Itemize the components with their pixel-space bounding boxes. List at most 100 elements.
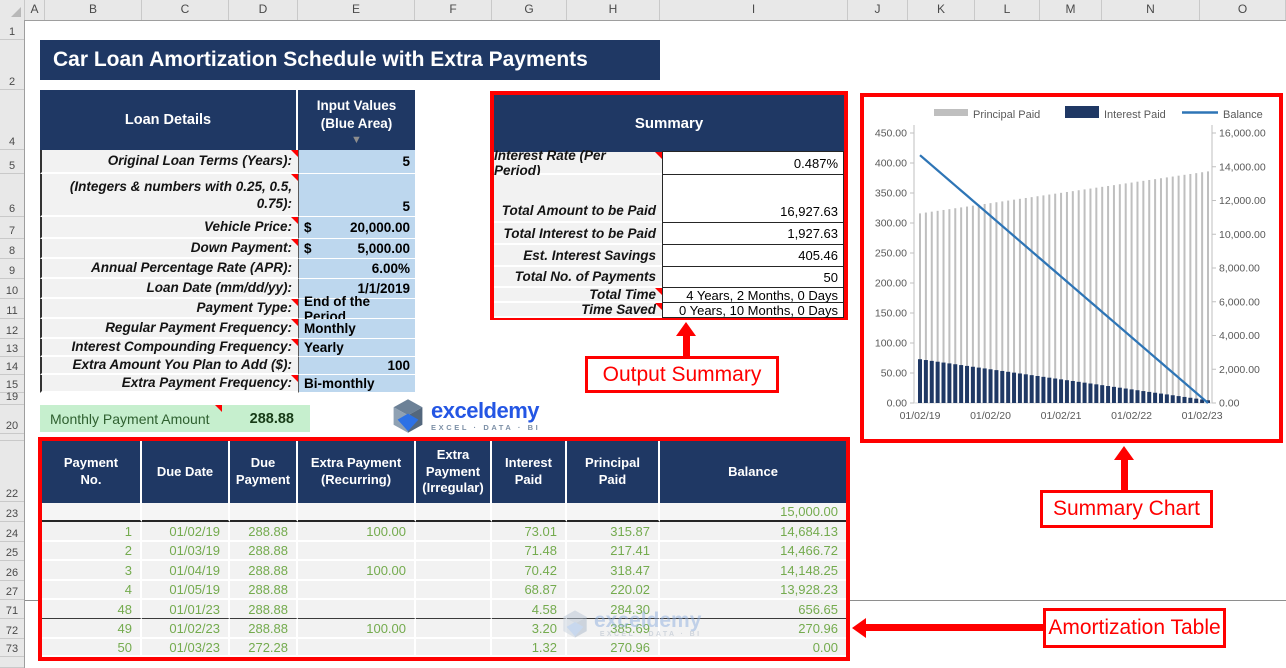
- column-header-C[interactable]: C: [142, 0, 229, 20]
- table-cell[interactable]: 272.28: [230, 639, 298, 657]
- row-header-7[interactable]: 7: [0, 217, 24, 239]
- loan-details-header[interactable]: Loan Details: [40, 90, 296, 150]
- amortization-column-header[interactable]: Due Date: [142, 441, 230, 503]
- column-header-J[interactable]: J: [848, 0, 908, 20]
- table-cell[interactable]: 2: [42, 542, 142, 561]
- amortization-arrowhead[interactable]: [852, 618, 866, 638]
- column-header-D[interactable]: D: [229, 0, 298, 20]
- table-cell[interactable]: 288.88: [230, 561, 298, 581]
- table-cell[interactable]: [230, 503, 298, 522]
- table-cell[interactable]: 3: [42, 561, 142, 581]
- table-cell[interactable]: 3.20: [492, 619, 567, 639]
- summary-chart-panel[interactable]: 0.00 50.00 100.00 150.00 200.00 250.00 300.00 3…: [860, 93, 1283, 443]
- row-header-19[interactable]: 19: [0, 391, 24, 405]
- column-header-E[interactable]: E: [298, 0, 415, 20]
- table-cell[interactable]: [142, 503, 230, 522]
- loan-row-label[interactable]: Payment Type:: [40, 299, 298, 319]
- column-header-K[interactable]: K: [908, 0, 975, 20]
- row-header-blank[interactable]: [0, 657, 24, 668]
- amortization-column-header[interactable]: Payment No.: [42, 441, 142, 503]
- column-header-G[interactable]: G: [492, 0, 567, 20]
- summary-row-label[interactable]: Time Saved: [494, 302, 662, 318]
- loan-row-value[interactable]: End of the Period: [298, 294, 415, 324]
- row-header-27[interactable]: 27: [0, 581, 24, 600]
- amortization-table-panel[interactable]: Payment No. Due Date Due Payment Extra Paym…: [38, 437, 850, 661]
- loan-row-value[interactable]: Yearly: [298, 339, 415, 357]
- table-cell[interactable]: 14,148.25: [660, 561, 846, 581]
- table-cell[interactable]: 49: [42, 619, 142, 639]
- loan-row-value[interactable]: 100: [298, 357, 415, 375]
- table-cell[interactable]: 71.48: [492, 542, 567, 561]
- summary-row-label[interactable]: Est. Interest Savings: [494, 245, 662, 267]
- loan-row-label[interactable]: (Integers & numbers with 0.25, 0.5, 0.75…: [40, 174, 298, 217]
- summary-row-label[interactable]: Interest Rate (Per Period): [494, 148, 662, 178]
- table-cell[interactable]: [42, 503, 142, 522]
- summary-row-value[interactable]: 16,927.63: [662, 174, 844, 223]
- table-cell[interactable]: 73.01: [492, 522, 567, 542]
- loan-row-value[interactable]: Bi-monthly: [298, 375, 415, 393]
- comment-indicator[interactable]: [291, 239, 298, 246]
- table-cell[interactable]: 0.00: [660, 639, 846, 657]
- row-header-12[interactable]: 12: [0, 319, 24, 339]
- comment-indicator[interactable]: [291, 339, 298, 346]
- amortization-column-header[interactable]: Balance: [660, 441, 846, 503]
- column-header-I[interactable]: I: [660, 0, 848, 20]
- table-cell[interactable]: 01/04/19: [142, 561, 230, 581]
- table-cell[interactable]: 656.65: [660, 600, 846, 619]
- amortization-column-header[interactable]: Extra Payment (Recurring): [298, 441, 416, 503]
- comment-indicator[interactable]: [291, 217, 298, 224]
- table-cell[interactable]: [416, 619, 492, 639]
- loan-row-label[interactable]: Loan Date (mm/dd/yy):: [40, 279, 298, 299]
- column-header-B[interactable]: B: [45, 0, 142, 20]
- sheet-title[interactable]: Car Loan Amortization Schedule with Extr…: [40, 40, 660, 80]
- table-cell[interactable]: [416, 561, 492, 581]
- loan-row-value[interactable]: $5,000.00: [298, 239, 415, 259]
- summary-chart-arrowhead[interactable]: [1114, 446, 1134, 460]
- summary-row-value[interactable]: 50: [662, 266, 844, 288]
- summary-row-label[interactable]: Total Interest to be Paid: [494, 223, 662, 245]
- table-cell[interactable]: 4: [42, 581, 142, 600]
- loan-row-label[interactable]: Extra Payment Frequency:: [40, 375, 298, 393]
- table-cell[interactable]: 01/03/19: [142, 542, 230, 561]
- row-header-71[interactable]: 71: [0, 600, 24, 619]
- row-header-73[interactable]: 73: [0, 639, 24, 657]
- comment-indicator[interactable]: [655, 152, 662, 159]
- column-header-N[interactable]: N: [1102, 0, 1200, 20]
- amortization-table-callout[interactable]: Amortization Table: [1043, 608, 1226, 648]
- input-values-header[interactable]: Input Values (Blue Area) ▼: [298, 90, 415, 150]
- loan-row-value[interactable]: 5: [298, 150, 415, 174]
- table-cell[interactable]: 220.02: [567, 581, 660, 600]
- row-header-6[interactable]: 6: [0, 174, 24, 217]
- column-header-F[interactable]: F: [415, 0, 492, 20]
- loan-row-label[interactable]: Down Payment:: [40, 239, 298, 259]
- summary-chart-callout[interactable]: Summary Chart: [1040, 490, 1213, 528]
- comment-indicator[interactable]: [291, 299, 298, 306]
- loan-row-value[interactable]: 6.00%: [298, 259, 415, 279]
- loan-row-value[interactable]: 5: [298, 174, 415, 217]
- loan-row-label[interactable]: Interest Compounding Frequency:: [40, 339, 298, 357]
- summary-row-value[interactable]: 1,927.63: [662, 222, 844, 245]
- summary-row-value[interactable]: 0 Years, 10 Months, 0 Days: [662, 302, 844, 318]
- row-header-24[interactable]: 24: [0, 522, 24, 542]
- loan-row-label[interactable]: Annual Percentage Rate (APR):: [40, 259, 298, 279]
- table-cell[interactable]: 01/01/23: [142, 600, 230, 619]
- summary-row-value[interactable]: 405.46: [662, 244, 844, 267]
- table-cell[interactable]: 50: [42, 639, 142, 657]
- loan-row-label[interactable]: Vehicle Price:: [40, 217, 298, 239]
- table-cell[interactable]: [298, 542, 416, 561]
- table-cell[interactable]: 68.87: [492, 581, 567, 600]
- comment-indicator[interactable]: [291, 319, 298, 326]
- row-header-14[interactable]: 14: [0, 357, 24, 375]
- row-header-23[interactable]: 23: [0, 502, 24, 522]
- table-cell[interactable]: 100.00: [298, 619, 416, 639]
- summary-row-label[interactable]: Total No. of Payments: [494, 267, 662, 288]
- table-cell[interactable]: [416, 503, 492, 522]
- loan-row-value[interactable]: $20,000.00: [298, 217, 415, 239]
- table-cell[interactable]: [298, 503, 416, 522]
- comment-indicator[interactable]: [214, 405, 222, 412]
- comment-indicator[interactable]: [655, 303, 662, 310]
- table-cell[interactable]: [298, 581, 416, 600]
- table-cell[interactable]: [416, 542, 492, 561]
- table-cell[interactable]: [416, 639, 492, 657]
- table-cell[interactable]: 288.88: [230, 581, 298, 600]
